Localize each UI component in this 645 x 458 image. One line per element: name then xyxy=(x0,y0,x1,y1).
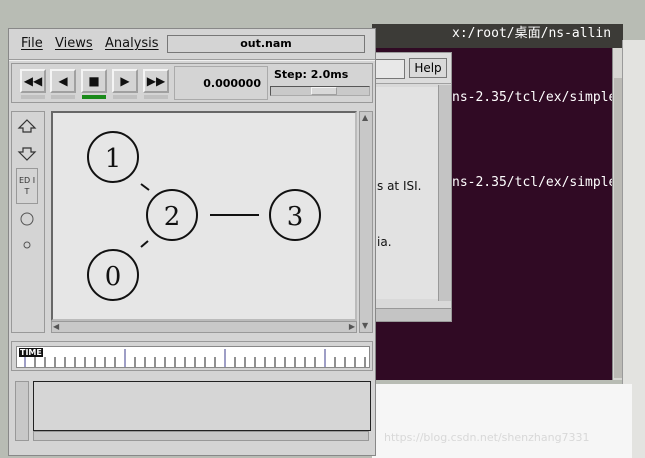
monitor-area xyxy=(11,377,373,441)
about-horizontal-scrollbar[interactable] xyxy=(365,308,451,321)
monitor-vertical-scrollbar[interactable] xyxy=(15,381,29,441)
timeline-slider[interactable]: TIME xyxy=(16,346,370,368)
fast-forward-indicator xyxy=(144,95,168,99)
tool-column: ED IT xyxy=(11,111,45,333)
nam-window: File Views Analysis out.nam ◀◀ ◀ ■ ▶ ▶▶ … xyxy=(8,28,376,456)
playback-controls: ◀◀ ◀ ■ ▶ ▶▶ 0.000000 Step: 2.0ms xyxy=(11,63,373,103)
play-forward-button[interactable]: ▶ xyxy=(112,69,138,93)
fast-forward-button[interactable]: ▶▶ xyxy=(143,69,169,93)
terminal-line: ns-2.35/tcl/ex/simple xyxy=(452,90,617,105)
filename-field: out.nam xyxy=(167,35,365,53)
play-indicator xyxy=(113,95,137,99)
rewind-indicator xyxy=(21,95,45,99)
menu-bar: File Views Analysis out.nam xyxy=(9,29,375,61)
terminal-scroll-thumb[interactable] xyxy=(614,78,622,378)
help-button[interactable]: Help xyxy=(409,58,447,78)
node-2-label: 2 xyxy=(164,202,181,232)
about-text: s at ISI. xyxy=(377,179,422,193)
menu-file[interactable]: File xyxy=(21,36,43,51)
menu-analysis[interactable]: Analysis xyxy=(105,36,159,51)
zoom-out-icon[interactable] xyxy=(16,142,38,164)
step-slider[interactable] xyxy=(270,86,370,96)
background-window xyxy=(372,384,632,458)
canvas-horizontal-scrollbar[interactable]: ◀ ▶ xyxy=(51,321,357,333)
record-small-icon[interactable] xyxy=(16,234,38,256)
step-slider-thumb[interactable] xyxy=(311,87,337,95)
monitor-pane xyxy=(33,381,371,431)
menu-views[interactable]: Views xyxy=(55,36,93,51)
link-1-2 xyxy=(140,183,150,191)
step-control: Step: 2.0ms xyxy=(270,66,372,100)
back-indicator xyxy=(51,95,75,99)
stop-button[interactable]: ■ xyxy=(81,69,107,93)
timeline: TIME xyxy=(11,341,373,371)
about-field xyxy=(373,59,405,79)
node-3-label: 3 xyxy=(287,202,304,232)
terminal-line: ns-2.35/tcl/ex/simple xyxy=(452,175,617,190)
link-0-2 xyxy=(140,240,149,248)
canvas-vertical-scrollbar[interactable]: ▲ ▼ xyxy=(359,111,373,333)
about-text: ia. xyxy=(377,235,392,249)
scroll-left-icon[interactable]: ◀ xyxy=(53,322,59,332)
monitor-horizontal-scrollbar[interactable] xyxy=(33,431,369,441)
topology-canvas[interactable]: 1 2 3 0 xyxy=(51,111,357,321)
node-0-label: 0 xyxy=(105,262,122,292)
timeline-label[interactable]: TIME xyxy=(19,348,43,357)
scroll-up-icon[interactable]: ▲ xyxy=(362,113,368,123)
about-body: s at ISI. ia. xyxy=(371,87,439,299)
play-back-button[interactable]: ◀ xyxy=(50,69,76,93)
zoom-in-icon[interactable] xyxy=(16,116,38,138)
stop-indicator xyxy=(82,95,106,99)
scroll-down-icon[interactable]: ▼ xyxy=(362,321,368,331)
edit-button[interactable]: ED IT xyxy=(16,168,38,204)
step-label: Step: 2.0ms xyxy=(274,68,349,81)
node-1-label: 1 xyxy=(105,144,122,174)
watermark: https://blog.csdn.net/shenzhang7331 xyxy=(384,431,590,444)
scroll-right-icon[interactable]: ▶ xyxy=(349,322,355,332)
about-vertical-scrollbar[interactable] xyxy=(438,85,451,301)
about-window: Help s at ISI. ia. xyxy=(364,52,452,322)
terminal-line: x:/root/桌面/ns-allin xyxy=(452,26,612,41)
rewind-button[interactable]: ◀◀ xyxy=(20,69,46,93)
time-value: 0.000000 xyxy=(203,77,261,90)
topology-graph: 1 2 3 0 xyxy=(87,131,321,301)
record-large-icon[interactable] xyxy=(16,208,38,230)
about-menubar: Help xyxy=(365,53,451,84)
time-display: 0.000000 xyxy=(174,66,268,100)
timeline-ticks xyxy=(24,349,366,367)
